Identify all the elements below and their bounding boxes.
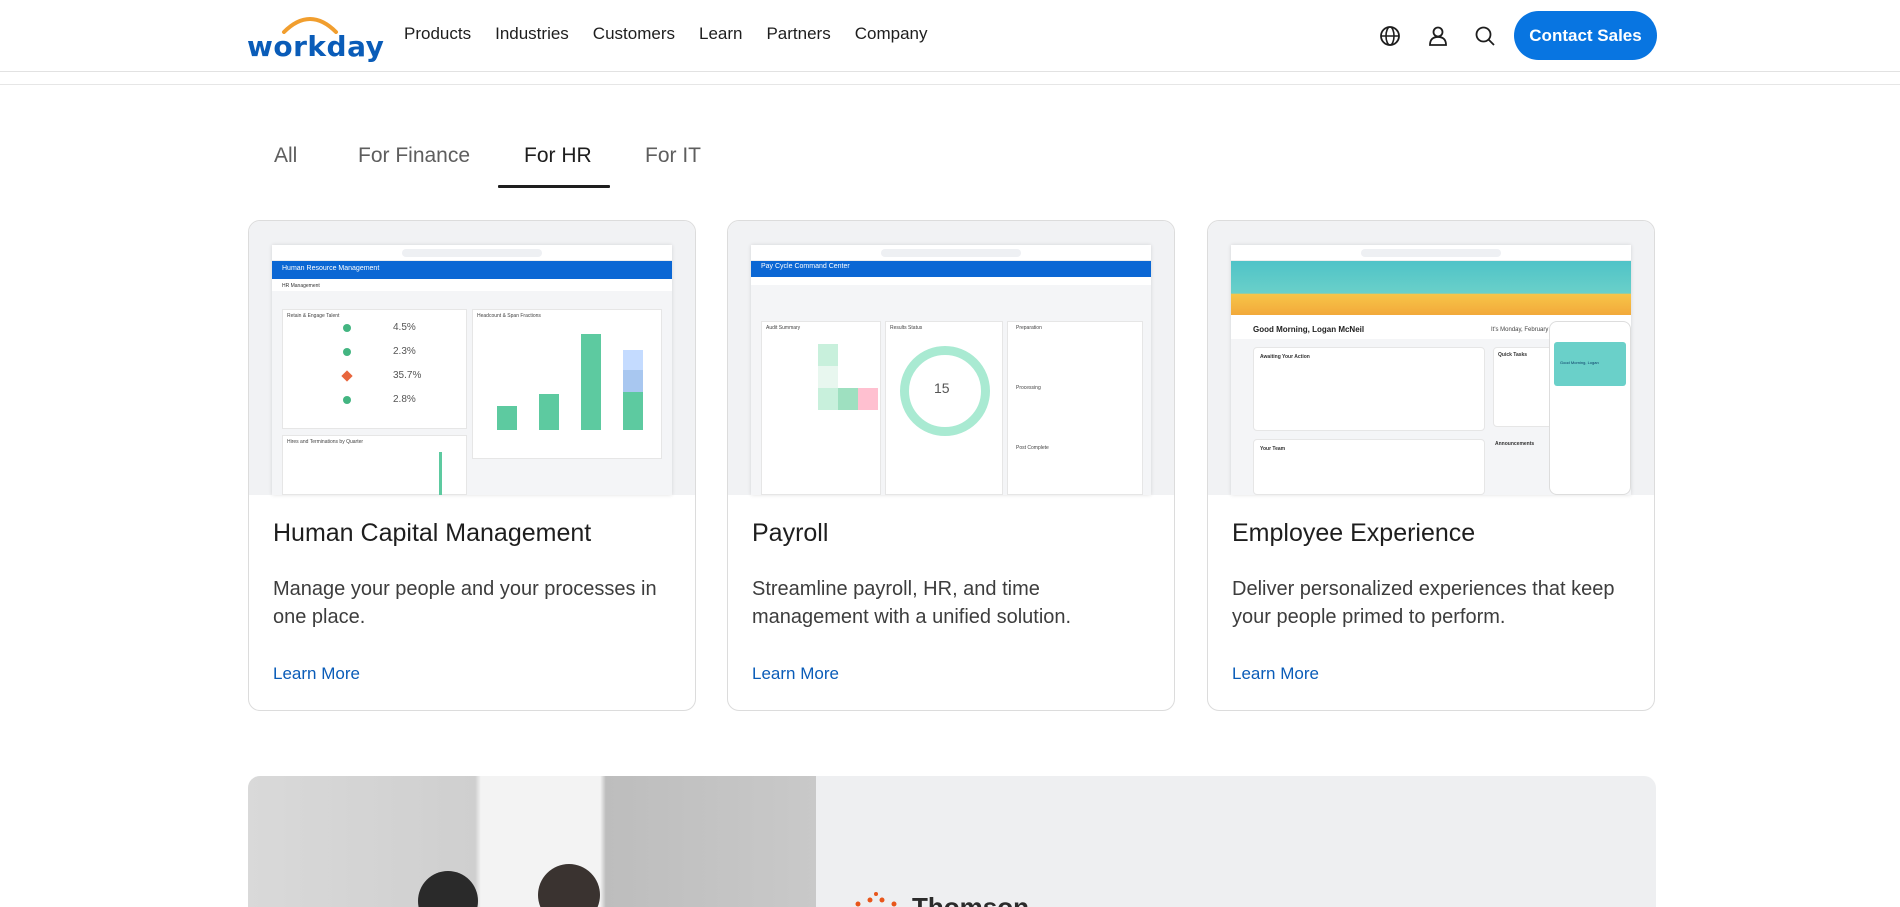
card-description: Streamline payroll, HR, and time managem… [752, 578, 1072, 628]
ee-date: It's Monday, February [1491, 327, 1549, 333]
nav-company[interactable]: Company [855, 24, 928, 44]
main-nav: Products Industries Customers Learn Part… [404, 24, 927, 44]
learn-more-link[interactable]: Learn More [1232, 664, 1319, 684]
card-title: Employee Experience [1232, 519, 1476, 547]
site-header: workday Products Industries Customers Le… [0, 0, 1900, 72]
learn-more-link[interactable]: Learn More [752, 664, 839, 684]
hcm-panel-title: Hires and Terminations by Quarter [287, 439, 364, 445]
card-human-capital-management[interactable]: Human Resource Management HR Management … [248, 220, 696, 711]
nav-customers[interactable]: Customers [593, 24, 675, 44]
customer-brand: Thomson [912, 892, 1029, 907]
hcm-bar-title: Human Resource Management [282, 265, 380, 272]
hcm-metric: 4.5% [393, 322, 416, 333]
hcm-metric: 35.7% [393, 370, 422, 381]
ee-quick-tasks: Quick Tasks [1498, 352, 1528, 358]
tab-for-finance[interactable]: For Finance [358, 144, 470, 168]
ee-team: Your Team [1260, 446, 1286, 452]
tab-all[interactable]: All [274, 144, 297, 168]
employee-experience-screenshot: Good Morning, Logan McNeil It's Monday, … [1231, 245, 1631, 495]
payroll-list-item: Post Complete [1016, 445, 1049, 451]
user-icon[interactable] [1426, 24, 1450, 48]
learn-more-link[interactable]: Learn More [273, 664, 360, 684]
hcm-screenshot: Human Resource Management HR Management … [272, 245, 672, 495]
nav-partners[interactable]: Partners [766, 24, 830, 44]
search-icon[interactable] [1473, 24, 1497, 48]
payroll-list-item: Preparation [1016, 325, 1042, 331]
card-title: Payroll [752, 519, 829, 547]
card-employee-experience[interactable]: Good Morning, Logan McNeil It's Monday, … [1207, 220, 1655, 711]
customer-photo [248, 776, 816, 907]
card-image: Good Morning, Logan McNeil It's Monday, … [1208, 221, 1654, 495]
tab-for-hr[interactable]: For HR [524, 144, 592, 168]
nav-industries[interactable]: Industries [495, 24, 569, 44]
illustration-banner [1231, 261, 1631, 315]
card-payroll[interactable]: Pay Cycle Command Center Audit Summary R… [727, 220, 1175, 711]
nav-learn[interactable]: Learn [699, 24, 742, 44]
logo-text: workday [247, 30, 385, 63]
payroll-panel-title: Results Status [890, 325, 923, 331]
divider [0, 84, 1900, 85]
hcm-panel-title: Retain & Engage Talent [287, 313, 340, 319]
payroll-bar-title: Pay Cycle Command Center [761, 263, 850, 270]
nav-products[interactable]: Products [404, 24, 471, 44]
card-image: Human Resource Management HR Management … [249, 221, 695, 495]
payroll-screenshot: Pay Cycle Command Center Audit Summary R… [751, 245, 1151, 495]
phone-mockup: Good Morning, Logan [1549, 321, 1631, 495]
hcm-tab: HR Management [282, 283, 320, 289]
workday-logo[interactable]: workday [247, 10, 384, 63]
thomson-reuters-logo-icon [855, 892, 897, 907]
hcm-metric: 2.8% [393, 394, 416, 405]
globe-icon[interactable] [1378, 24, 1402, 48]
card-description: Deliver personalized experiences that ke… [1232, 578, 1615, 628]
payroll-count: 15 [934, 380, 950, 396]
tab-for-it[interactable]: For IT [645, 144, 701, 168]
hcm-metric: 2.3% [393, 346, 416, 357]
ee-awaiting: Awaiting Your Action [1260, 354, 1310, 360]
card-image: Pay Cycle Command Center Audit Summary R… [728, 221, 1174, 495]
card-description: Manage your people and your processes in… [273, 578, 657, 628]
payroll-panel-title: Audit Summary [766, 325, 801, 331]
payroll-list-item: Processing [1016, 385, 1041, 391]
card-title: Human Capital Management [273, 519, 592, 547]
ee-greeting: Good Morning, Logan McNeil [1253, 325, 1365, 334]
contact-sales-button[interactable]: Contact Sales [1514, 11, 1657, 60]
hcm-panel-title: Headcount & Span Fractions [477, 313, 541, 319]
active-tab-indicator [498, 185, 610, 188]
phone-greeting: Good Morning, Logan [1560, 360, 1599, 365]
customer-story-banner: Thomson [248, 776, 1656, 907]
ee-announcements: Announcements [1495, 441, 1535, 447]
